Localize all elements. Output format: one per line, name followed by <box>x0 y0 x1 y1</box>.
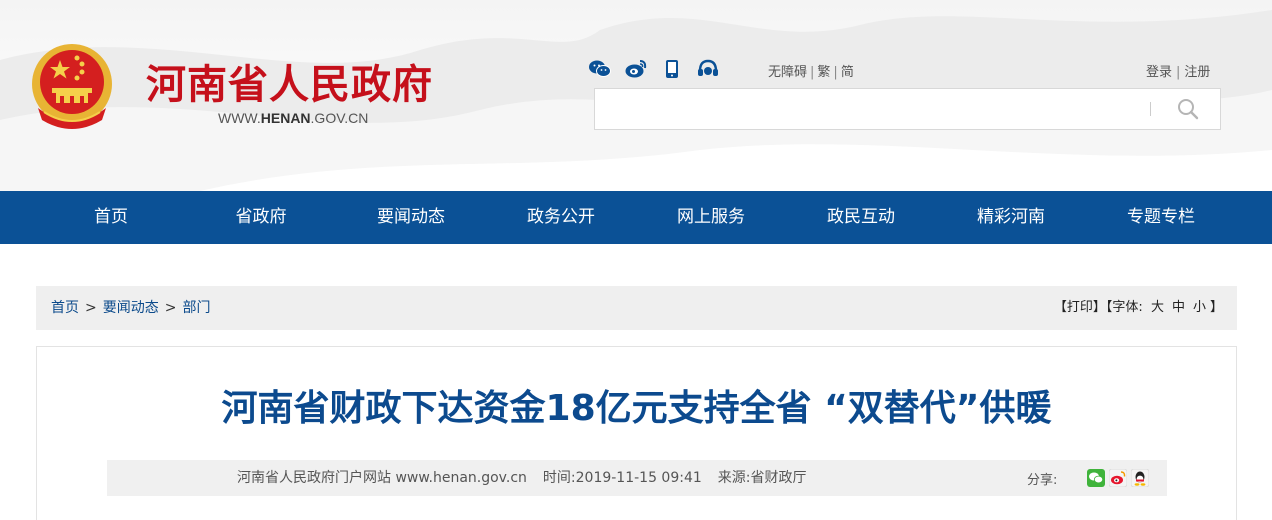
article-title: 河南省财政下达资金18亿元支持全省 “双替代”供暖 <box>221 388 1052 429</box>
breadcrumb: 首页 > 要闻动态 > 部门 <box>51 286 210 330</box>
article-origin: 省财政厅 <box>750 470 807 486</box>
breadcrumb-bar: 首页 > 要闻动态 > 部门 【打印】【字体: 大中小】 <box>36 286 1237 330</box>
nav-item-government[interactable]: 省政府 <box>186 191 336 244</box>
auth-links: 登录 | 注册 <box>1146 61 1210 80</box>
separator: | <box>1176 65 1181 80</box>
wechat-share-icon[interactable] <box>1087 469 1106 487</box>
site-header: 河南省人民政府 WWW.HENAN.GOV.CN 无障碍 | 繁 | 简 登录 | 注册 <box>0 0 1272 191</box>
breadcrumb-separator: > <box>85 300 97 316</box>
nav-item-online-services[interactable]: 网上服务 <box>636 191 786 244</box>
qq-share-icon[interactable] <box>1131 469 1150 487</box>
print-button[interactable]: 【打印】 <box>1054 300 1106 315</box>
headset-icon[interactable] <box>696 57 720 81</box>
accessible-link[interactable]: 无障碍 <box>768 65 807 80</box>
site-url-domain: HENAN <box>260 110 311 126</box>
breadcrumb-home[interactable]: 首页 <box>51 300 79 316</box>
traditional-chinese-link[interactable]: 繁 <box>817 65 830 80</box>
page-tools: 【打印】【字体: 大中小】 <box>1054 286 1223 330</box>
nav-item-special-topics[interactable]: 专题专栏 <box>1086 191 1236 244</box>
breadcrumb-separator: > <box>164 300 177 316</box>
site-title[interactable]: 河南省人民政府 <box>146 52 433 110</box>
share-bar: 分享: <box>1027 460 1153 496</box>
share-label: 分享: <box>1027 472 1058 488</box>
article-origin-label: 来源: <box>717 470 751 486</box>
search-icon[interactable] <box>1175 97 1201 121</box>
article-source-site: 河南省人民政府门户网站 www.henan.gov.cn <box>237 470 527 486</box>
weibo-share-icon[interactable] <box>1109 469 1128 487</box>
login-link[interactable]: 登录 <box>1146 65 1172 80</box>
site-url: WWW.HENAN.GOV.CN <box>218 110 368 126</box>
nav-item-interaction[interactable]: 政民互动 <box>786 191 936 244</box>
font-small-button[interactable]: 小 <box>1193 300 1206 315</box>
mobile-icon[interactable] <box>660 57 684 81</box>
search-input[interactable] <box>601 95 1141 123</box>
breadcrumb-news[interactable]: 要闻动态 <box>103 300 159 316</box>
social-links <box>588 57 720 81</box>
article-time: 2019-11-15 09:41 <box>575 470 702 486</box>
article-panel: 河南省财政下达资金18亿元支持全省 “双替代”供暖 河南省人民政府门户网站 ww… <box>36 346 1237 520</box>
nav-item-disclosure[interactable]: 政务公开 <box>486 191 636 244</box>
weibo-icon[interactable] <box>624 57 648 81</box>
separator: | <box>833 65 838 80</box>
font-size-label: 【字体: <box>1105 300 1143 315</box>
nav-item-wonderful-henan[interactable]: 精彩河南 <box>936 191 1086 244</box>
nav-item-news[interactable]: 要闻动态 <box>336 191 486 244</box>
font-large-button[interactable]: 大 <box>1151 300 1164 315</box>
article-time-label: 时间: <box>542 470 576 486</box>
search-divider <box>1150 102 1151 116</box>
national-emblem-icon <box>32 44 112 129</box>
simplified-chinese-link[interactable]: 简 <box>841 65 854 80</box>
site-url-prefix: WWW. <box>218 110 261 126</box>
font-size-close: 】 <box>1209 300 1223 315</box>
search-box <box>594 88 1221 130</box>
register-link[interactable]: 注册 <box>1184 65 1210 80</box>
nav-item-home[interactable]: 首页 <box>36 191 186 244</box>
article-meta: 河南省人民政府门户网站 www.henan.gov.cn 时间:2019-11-1… <box>237 460 807 496</box>
separator: | <box>810 65 815 80</box>
breadcrumb-departments[interactable]: 部门 <box>182 300 210 316</box>
site-url-suffix: .GOV.CN <box>310 110 369 126</box>
main-nav: 首页 省政府 要闻动态 政务公开 网上服务 政民互动 精彩河南 专题专栏 <box>0 191 1272 244</box>
language-links: 无障碍 | 繁 | 简 <box>768 61 854 80</box>
wechat-icon[interactable] <box>588 57 612 81</box>
font-medium-button[interactable]: 中 <box>1172 300 1185 315</box>
article-meta-bar: 河南省人民政府门户网站 www.henan.gov.cn 时间:2019-11-1… <box>107 460 1167 496</box>
